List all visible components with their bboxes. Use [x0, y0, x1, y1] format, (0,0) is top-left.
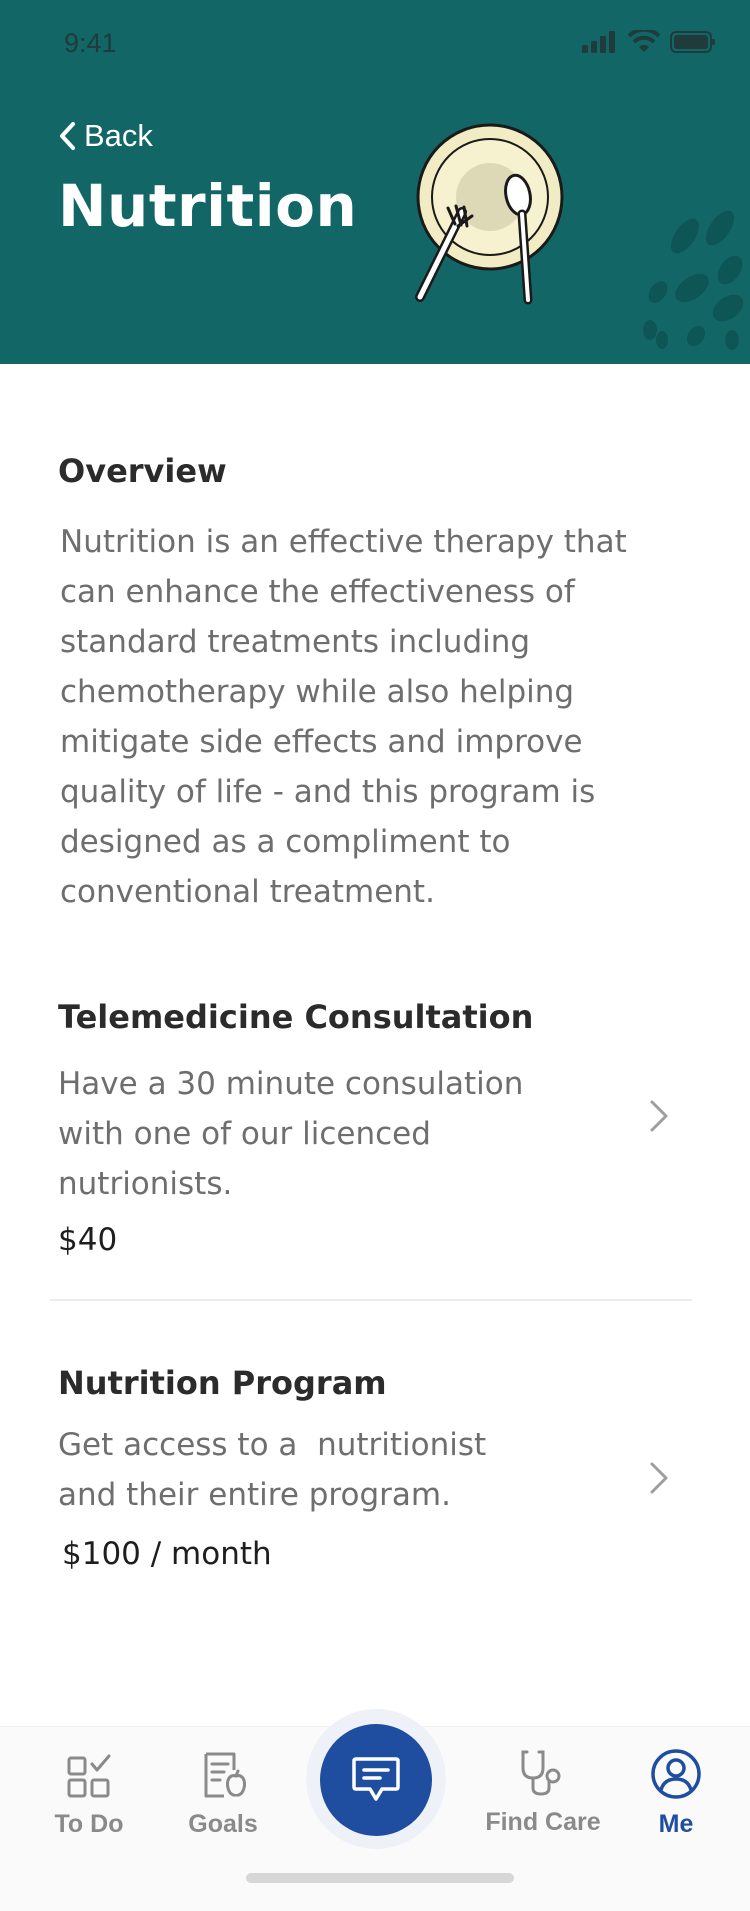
tab-me[interactable]: Me — [636, 1748, 716, 1839]
overview-line: can enhance the effectiveness of — [60, 574, 575, 610]
tab-label: Goals — [188, 1810, 258, 1838]
service-desc-line: Have a 30 minute consulation — [58, 1066, 524, 1102]
overview-text: Nutrition is an effective therapy that c… — [60, 517, 660, 917]
chevron-right-icon — [650, 1462, 668, 1494]
tab-goals[interactable]: Goals — [172, 1750, 274, 1839]
service-price: $100 / month — [62, 1536, 272, 1572]
nutrition-program-item[interactable]: Nutrition Program Get access to a nutrit… — [50, 1364, 690, 1584]
signal-icon — [582, 31, 615, 53]
page-title: Nutrition — [58, 172, 358, 240]
service-description: Have a 30 minute consulation with one of… — [58, 1059, 558, 1209]
overview-line: mitigate side effects and improve — [60, 724, 583, 760]
divider — [50, 1299, 692, 1301]
tab-label: Find Care — [485, 1808, 601, 1836]
goals-icon — [204, 1752, 246, 1798]
status-icons — [582, 30, 716, 54]
tab-todo[interactable]: To Do — [38, 1752, 140, 1839]
chevron-left-icon — [60, 122, 75, 150]
overview-line: chemotherapy while also helping — [60, 674, 575, 710]
tab-label: To Do — [54, 1810, 124, 1838]
overview-line: quality of life - and this program is — [60, 774, 596, 810]
tab-find-care[interactable]: Find Care — [478, 1748, 608, 1837]
service-desc-line: and their entire program. — [58, 1477, 451, 1513]
wifi-icon — [628, 30, 660, 52]
todo-icon — [67, 1754, 111, 1798]
back-label: Back — [84, 118, 153, 153]
service-desc-line: nutrionists. — [58, 1166, 233, 1202]
chevron-right-icon — [650, 1100, 668, 1132]
stethoscope-icon — [521, 1750, 561, 1796]
service-price: $40 — [58, 1222, 118, 1258]
plate-cutlery-illustration — [415, 123, 564, 305]
header: 9:41 Back Nutrition — [0, 0, 750, 364]
back-button[interactable]: Back — [58, 118, 153, 154]
service-desc-line: with one of our licenced — [58, 1116, 431, 1152]
chat-icon — [352, 1757, 400, 1801]
service-desc-line: Get access to a nutritionist — [58, 1427, 487, 1463]
home-indicator — [246, 1873, 514, 1883]
tab-label: Me — [658, 1810, 694, 1838]
service-title: Telemedicine Consultation — [58, 998, 534, 1036]
overview-line: conventional treatment. — [60, 874, 435, 910]
profile-icon — [651, 1749, 701, 1799]
status-time: 9:41 — [64, 28, 117, 58]
decorative-pattern — [643, 210, 744, 350]
battery-icon — [670, 31, 715, 53]
service-title: Nutrition Program — [58, 1364, 387, 1402]
overview-line: standard treatments including — [60, 624, 531, 660]
telemedicine-consultation-item[interactable]: Telemedicine Consultation Have a 30 minu… — [50, 998, 690, 1268]
chat-button[interactable] — [320, 1724, 432, 1836]
overview-title: Overview — [58, 452, 227, 490]
overview-line: Nutrition is an effective therapy that — [60, 524, 627, 560]
overview-line: designed as a compliment to — [60, 824, 511, 860]
service-description: Get access to a nutritionist and their e… — [58, 1420, 558, 1520]
